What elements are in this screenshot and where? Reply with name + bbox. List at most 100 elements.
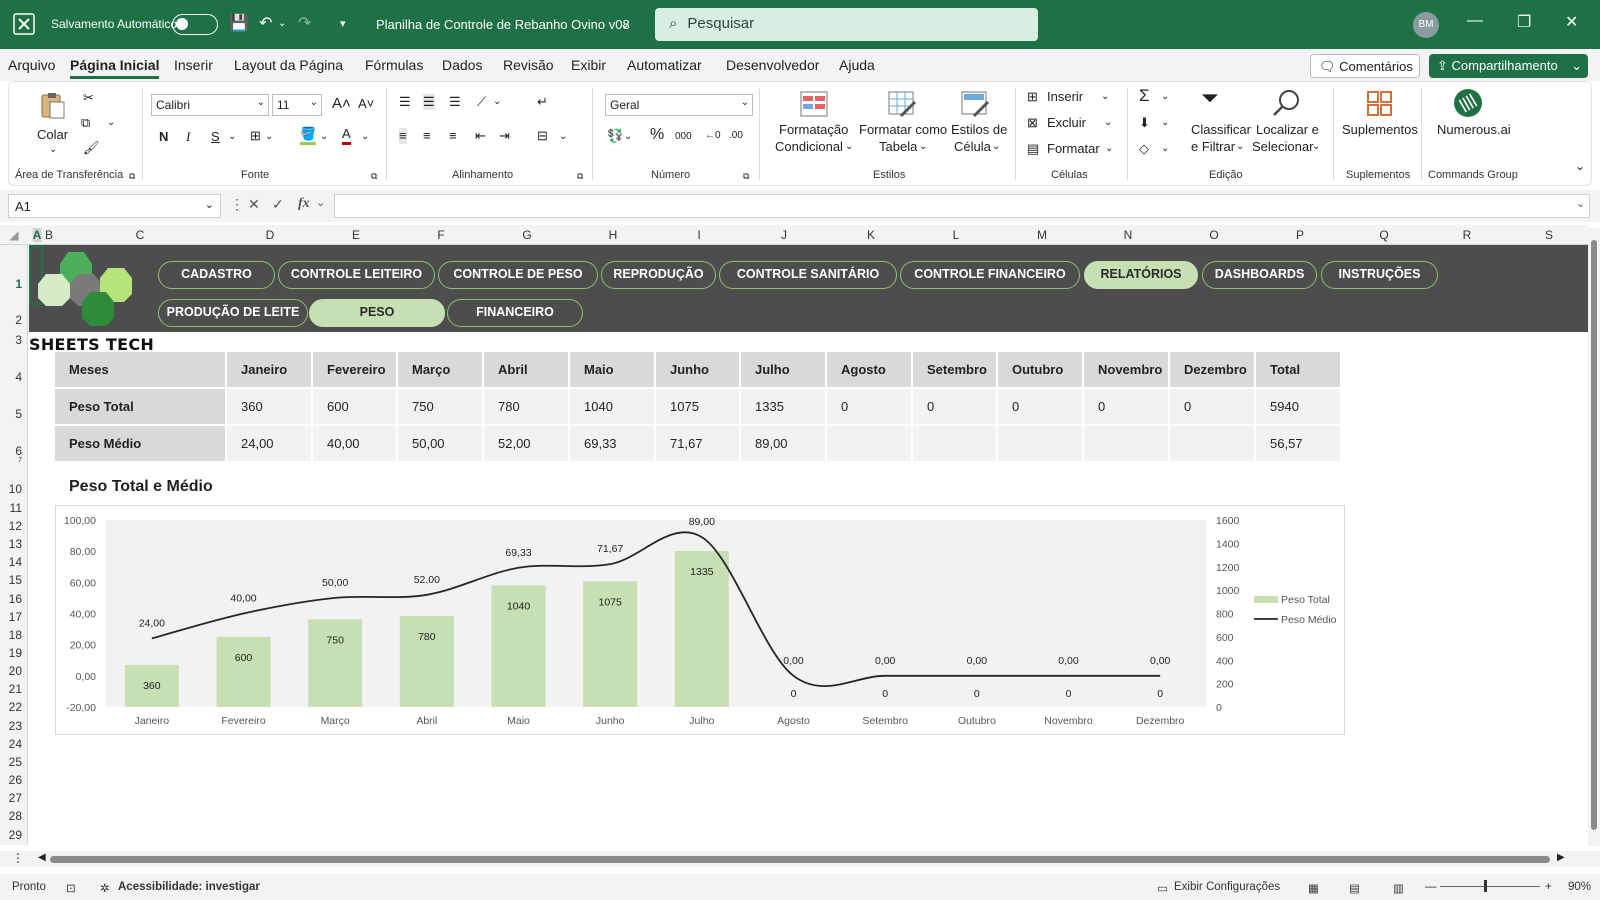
menu-inserir[interactable]: Inserir bbox=[174, 57, 213, 73]
column-header-K[interactable]: K bbox=[867, 228, 875, 242]
underline-button[interactable]: S bbox=[211, 129, 220, 145]
row-header[interactable]: 6 bbox=[15, 444, 22, 458]
find-select-label-2[interactable]: Selecionar bbox=[1252, 139, 1313, 155]
menu-automatizar[interactable]: Automatizar bbox=[627, 57, 702, 73]
clear-icon[interactable]: ◇ bbox=[1139, 141, 1149, 157]
row-header[interactable]: 27 bbox=[9, 791, 22, 805]
table-cell[interactable]: 1040 bbox=[570, 389, 656, 426]
row-header[interactable]: 17 bbox=[9, 610, 22, 624]
table-header-cell[interactable]: Agosto bbox=[827, 352, 913, 389]
format-table-label-2[interactable]: Tabela bbox=[879, 139, 917, 155]
table-header-cell[interactable]: Março bbox=[398, 352, 484, 389]
format-chevron-icon[interactable]: ⌄ bbox=[1105, 141, 1113, 157]
merge-icon[interactable]: ⊟ bbox=[537, 128, 548, 144]
cut-icon[interactable]: ✂ bbox=[83, 90, 94, 106]
nav-relatorios[interactable]: RELATÓRIOS bbox=[1084, 261, 1198, 289]
currency-icon[interactable]: 💱 bbox=[607, 128, 623, 144]
font-color-icon[interactable]: A bbox=[342, 126, 351, 145]
table-cell[interactable]: 52,00 bbox=[484, 426, 570, 463]
row-header[interactable]: 19 bbox=[9, 646, 22, 660]
table-cell[interactable]: 0 bbox=[1084, 389, 1170, 426]
accessibility-status[interactable]: Acessibilidade: investigar bbox=[118, 881, 260, 893]
table-row-label[interactable]: Peso Total bbox=[55, 389, 227, 426]
increase-font-icon[interactable]: A˄ bbox=[332, 96, 351, 112]
close-icon[interactable]: ✕ bbox=[1565, 12, 1578, 32]
table-header-cell[interactable]: Dezembro bbox=[1170, 352, 1256, 389]
horizontal-scroll-thumb[interactable] bbox=[50, 856, 1550, 863]
page-break-view-icon[interactable]: ▥ bbox=[1393, 881, 1404, 895]
row-header[interactable]: 15 bbox=[9, 573, 22, 587]
sort-chevron-icon[interactable]: ⌄ bbox=[1236, 139, 1244, 155]
table-cell[interactable]: 600 bbox=[313, 389, 398, 426]
numerous-ai-icon[interactable] bbox=[1453, 88, 1483, 118]
table-cell[interactable]: 1075 bbox=[656, 389, 741, 426]
insert-cells-icon[interactable]: ⊞ bbox=[1027, 89, 1038, 105]
find-select-label[interactable]: Localizar e bbox=[1256, 122, 1319, 138]
autosum-icon[interactable]: Σ bbox=[1139, 87, 1150, 104]
cancel-formula-icon[interactable]: ✕ bbox=[248, 196, 260, 213]
table-cell[interactable]: 56,57 bbox=[1256, 426, 1342, 463]
merge-chevron-icon[interactable]: ⌄ bbox=[559, 129, 567, 145]
menu-exibir[interactable]: Exibir bbox=[571, 57, 606, 73]
nav-cadastro[interactable]: CADASTRO bbox=[158, 261, 275, 289]
fill-icon[interactable]: ⬇ bbox=[1139, 115, 1150, 131]
table-cell[interactable]: 40,00 bbox=[313, 426, 398, 463]
insert-function-button[interactable]: fx bbox=[298, 196, 310, 212]
paste-chevron-icon[interactable]: ⌄ bbox=[49, 142, 57, 158]
menu-ajuda[interactable]: Ajuda bbox=[839, 57, 875, 73]
column-header-M[interactable]: M bbox=[1037, 228, 1047, 242]
insert-chevron-icon[interactable]: ⌄ bbox=[1101, 89, 1109, 105]
table-header-cell[interactable]: Total bbox=[1256, 352, 1342, 389]
menu-formulas[interactable]: Fórmulas bbox=[365, 57, 423, 73]
clear-chevron-icon[interactable]: ⌄ bbox=[1161, 141, 1169, 157]
table-header-cell[interactable]: Maio bbox=[570, 352, 656, 389]
font-name-select[interactable]: Calibri ⌄ bbox=[151, 94, 269, 116]
column-header-S[interactable]: S bbox=[1545, 228, 1553, 242]
nav-controle-financeiro[interactable]: CONTROLE FINANCEIRO bbox=[900, 261, 1080, 289]
table-header-cell[interactable]: Junho bbox=[656, 352, 741, 389]
align-left-icon[interactable]: ≡ bbox=[399, 128, 407, 144]
table-cell[interactable]: 360 bbox=[227, 389, 313, 426]
column-header-Q[interactable]: Q bbox=[1379, 228, 1388, 242]
increase-indent-icon[interactable]: ⇥ bbox=[499, 128, 510, 144]
table-header-cell[interactable]: Outubro bbox=[998, 352, 1084, 389]
table-cell[interactable]: 50,00 bbox=[398, 426, 484, 463]
fill-chevron-icon-2[interactable]: ⌄ bbox=[1161, 115, 1169, 131]
row-header[interactable]: 3 bbox=[15, 333, 22, 347]
sort-filter-label[interactable]: Classificar bbox=[1191, 122, 1251, 138]
table-cell[interactable]: 750 bbox=[398, 389, 484, 426]
sort-filter-label-2[interactable]: e Filtrar bbox=[1191, 139, 1235, 155]
zoom-slider-handle[interactable] bbox=[1484, 880, 1487, 892]
table-cell[interactable]: 24,00 bbox=[227, 426, 313, 463]
format-table-chevron-icon[interactable]: ⌄ bbox=[919, 139, 927, 155]
autosum-chevron-icon[interactable]: ⌄ bbox=[1161, 89, 1169, 105]
column-header-F[interactable]: F bbox=[437, 228, 444, 242]
vertical-scroll-thumb[interactable] bbox=[1591, 240, 1597, 830]
nav-financeiro[interactable]: FINANCEIRO bbox=[447, 299, 583, 327]
select-all-corner-icon[interactable]: ◢ bbox=[9, 228, 18, 242]
row-header[interactable]: 29 bbox=[9, 828, 22, 842]
ribbon-collapse-icon[interactable]: ⌄ bbox=[1575, 158, 1585, 174]
row-header[interactable]: 7 bbox=[18, 457, 22, 464]
scroll-right-icon[interactable]: ▶ bbox=[1557, 852, 1565, 863]
cell-styles-chevron-icon[interactable]: ⌄ bbox=[992, 139, 1000, 155]
nav-instrucoes[interactable]: INSTRUÇÕES bbox=[1321, 261, 1438, 289]
sort-filter-icon[interactable]: ⏷ bbox=[1201, 87, 1219, 109]
currency-chevron-icon[interactable]: ⌄ bbox=[624, 129, 632, 145]
nav-peso[interactable]: PESO bbox=[309, 299, 445, 327]
column-header-N[interactable]: N bbox=[1124, 228, 1133, 242]
orientation-icon[interactable]: ⟋ bbox=[477, 94, 486, 110]
align-bottom-icon[interactable]: ☰ bbox=[449, 94, 461, 110]
row-header[interactable]: 16 bbox=[9, 592, 22, 606]
table-cell[interactable]: 69,33 bbox=[570, 426, 656, 463]
column-header-B[interactable]: B bbox=[45, 228, 53, 242]
customize-toolbar-icon[interactable]: ▾ bbox=[340, 14, 346, 34]
table-header-cell[interactable]: Janeiro bbox=[227, 352, 313, 389]
cell-styles-label[interactable]: Estilos de bbox=[951, 122, 1007, 138]
table-header-cell[interactable]: Fevereiro bbox=[313, 352, 398, 389]
table-cell[interactable]: 1335 bbox=[741, 389, 827, 426]
column-header-L[interactable]: L bbox=[953, 228, 960, 242]
font-color-chevron-icon[interactable]: ⌄ bbox=[361, 129, 369, 145]
table-cell[interactable]: 0 bbox=[1170, 389, 1256, 426]
row-header[interactable]: 25 bbox=[9, 755, 22, 769]
